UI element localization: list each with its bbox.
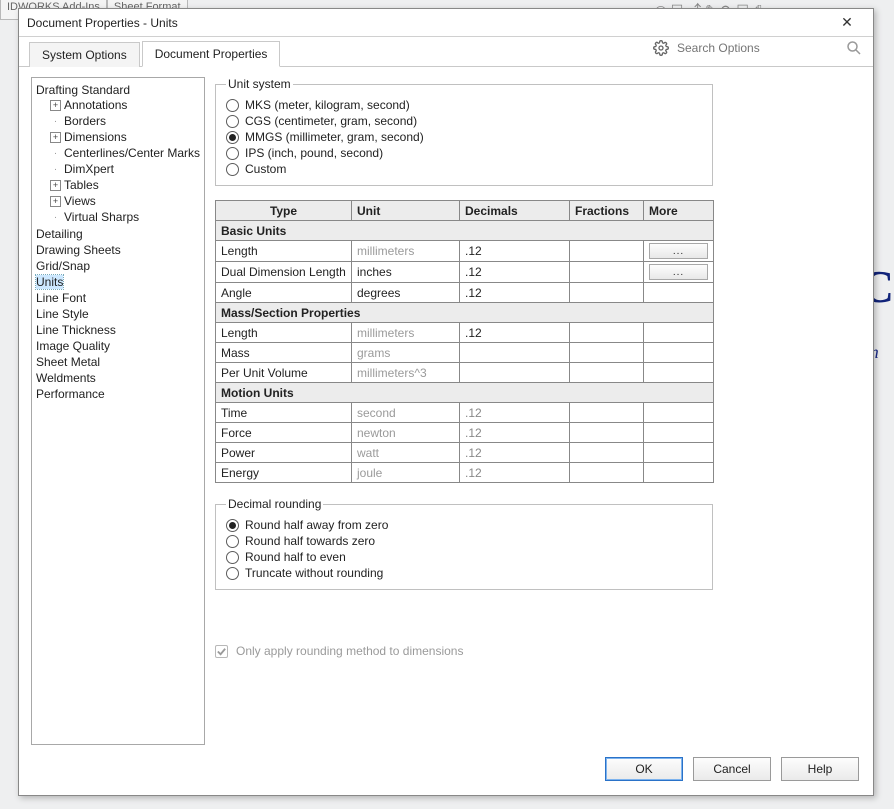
checkbox-icon: [215, 645, 228, 658]
content-pane: Unit system MKS (meter, kilogram, second…: [215, 77, 861, 745]
expand-icon[interactable]: +: [50, 180, 61, 191]
tree-image-quality[interactable]: Image Quality: [34, 338, 202, 354]
decimal-rounding-legend: Decimal rounding: [226, 497, 323, 511]
expand-icon[interactable]: +: [50, 132, 61, 143]
radio-round-away[interactable]: Round half away from zero: [226, 517, 702, 533]
section-mass-properties: Mass/Section Properties: [216, 303, 714, 323]
more-button[interactable]: ...: [649, 243, 708, 259]
tree-virtual-sharps[interactable]: ·Virtual Sharps: [48, 209, 202, 225]
radio-icon: [226, 535, 239, 548]
row-angle[interactable]: Angle degrees .12: [216, 283, 714, 303]
col-unit: Unit: [352, 201, 460, 221]
radio-truncate[interactable]: Truncate without rounding: [226, 565, 702, 581]
radio-icon: [226, 131, 239, 144]
table-header-row: Type Unit Decimals Fractions More: [216, 201, 714, 221]
document-properties-dialog: Document Properties - Units ✕ System Opt…: [18, 8, 874, 796]
dialog-title: Document Properties - Units: [27, 16, 178, 30]
row-dual-dimension[interactable]: Dual Dimension Length inches .12 ...: [216, 262, 714, 283]
radio-icon: [226, 551, 239, 564]
tree-line-thickness[interactable]: Line Thickness: [34, 322, 202, 338]
tree-dimensions[interactable]: +Dimensions: [48, 129, 202, 145]
radio-round-towards[interactable]: Round half towards zero: [226, 533, 702, 549]
tree-drafting-standard[interactable]: Drafting Standard +Annotations ·Borders …: [34, 82, 202, 226]
help-button[interactable]: Help: [781, 757, 859, 781]
section-motion-units: Motion Units: [216, 383, 714, 403]
unit-system-group: Unit system MKS (meter, kilogram, second…: [215, 77, 713, 186]
radio-icon: [226, 567, 239, 580]
row-mass-length[interactable]: Length millimeters .12: [216, 323, 714, 343]
tab-system-options[interactable]: System Options: [29, 42, 140, 67]
tree-detailing[interactable]: Detailing: [34, 226, 202, 242]
unit-system-legend: Unit system: [226, 77, 293, 91]
close-button[interactable]: ✕: [829, 12, 865, 34]
tree-grid-snap[interactable]: Grid/Snap: [34, 258, 202, 274]
close-icon: ✕: [841, 14, 853, 31]
only-apply-rounding: Only apply rounding method to dimensions: [215, 644, 861, 658]
col-more: More: [644, 201, 714, 221]
row-force[interactable]: Force newton .12: [216, 423, 714, 443]
radio-round-even[interactable]: Round half to even: [226, 549, 702, 565]
more-button[interactable]: ...: [649, 264, 708, 280]
tab-row: System Options Document Properties: [19, 37, 873, 67]
radio-ips[interactable]: IPS (inch, pound, second): [226, 145, 702, 161]
search-options: [653, 39, 863, 57]
cancel-button[interactable]: Cancel: [693, 757, 771, 781]
radio-icon: [226, 115, 239, 128]
only-apply-label: Only apply rounding method to dimensions: [236, 644, 463, 658]
expand-icon[interactable]: +: [50, 196, 61, 207]
section-basic-units: Basic Units: [216, 221, 714, 241]
col-decimals: Decimals: [460, 201, 570, 221]
tree-dimxpert[interactable]: ·DimXpert: [48, 161, 202, 177]
row-energy[interactable]: Energy joule .12: [216, 463, 714, 483]
search-icon: [845, 39, 863, 57]
col-fractions: Fractions: [570, 201, 644, 221]
row-per-unit-volume[interactable]: Per Unit Volume millimeters^3: [216, 363, 714, 383]
gear-icon: [653, 40, 669, 56]
search-input[interactable]: [675, 40, 839, 56]
row-mass[interactable]: Mass grams: [216, 343, 714, 363]
tree-sheet-metal[interactable]: Sheet Metal: [34, 354, 202, 370]
tree-line-style[interactable]: Line Style: [34, 306, 202, 322]
radio-mmgs[interactable]: MMGS (millimeter, gram, second): [226, 129, 702, 145]
expand-icon[interactable]: +: [50, 100, 61, 111]
tree-weldments[interactable]: Weldments: [34, 370, 202, 386]
tree-drawing-sheets[interactable]: Drawing Sheets: [34, 242, 202, 258]
radio-icon: [226, 163, 239, 176]
tab-document-properties[interactable]: Document Properties: [142, 41, 281, 67]
tree-tables[interactable]: +Tables: [48, 177, 202, 193]
tree-annotations[interactable]: +Annotations: [48, 97, 202, 113]
units-table[interactable]: Type Unit Decimals Fractions More Basic …: [215, 200, 714, 483]
tree-line-font[interactable]: Line Font: [34, 290, 202, 306]
titlebar: Document Properties - Units ✕: [19, 9, 873, 37]
tree-views[interactable]: +Views: [48, 193, 202, 209]
radio-mks[interactable]: MKS (meter, kilogram, second): [226, 97, 702, 113]
category-tree[interactable]: Drafting Standard +Annotations ·Borders …: [31, 77, 205, 745]
radio-custom[interactable]: Custom: [226, 161, 702, 177]
row-length[interactable]: Length millimeters .12 ...: [216, 241, 714, 262]
tree-borders[interactable]: ·Borders: [48, 113, 202, 129]
tree-performance[interactable]: Performance: [34, 386, 202, 402]
dialog-footer: OK Cancel Help: [19, 753, 873, 795]
col-type: Type: [216, 201, 352, 221]
row-time[interactable]: Time second .12: [216, 403, 714, 423]
tree-centerlines[interactable]: ·Centerlines/Center Marks: [48, 145, 202, 161]
decimal-rounding-group: Decimal rounding Round half away from ze…: [215, 497, 713, 590]
row-power[interactable]: Power watt .12: [216, 443, 714, 463]
tree-units[interactable]: Units: [34, 274, 202, 290]
radio-icon: [226, 99, 239, 112]
radio-icon: [226, 519, 239, 532]
radio-icon: [226, 147, 239, 160]
ok-button[interactable]: OK: [605, 757, 683, 781]
radio-cgs[interactable]: CGS (centimeter, gram, second): [226, 113, 702, 129]
